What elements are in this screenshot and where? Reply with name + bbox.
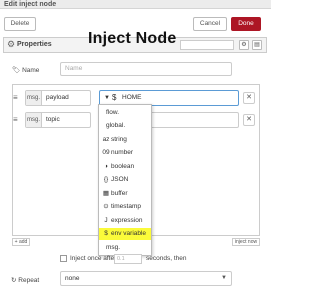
drag-handle-icon[interactable]: ≡ xyxy=(13,93,18,102)
dropdown-item-timestamp[interactable]: ⊙ timestamp xyxy=(99,201,151,213)
cancel-button[interactable]: Cancel xyxy=(193,17,227,31)
inject-now-button[interactable]: inject now xyxy=(232,238,260,246)
name-input[interactable]: Name xyxy=(60,62,232,76)
remove-property-button[interactable]: ✕ xyxy=(243,92,255,104)
settings-icon[interactable]: ⚙ xyxy=(239,40,249,50)
property-name: payload xyxy=(46,94,69,101)
overlay-title: Inject Node xyxy=(88,30,177,47)
dropdown-item-number[interactable]: 09 number xyxy=(99,147,151,159)
msg-prefix: msg. xyxy=(26,113,42,127)
dropdown-item-json[interactable]: {} JSON xyxy=(99,174,151,186)
dropdown-item-string[interactable]: az string xyxy=(99,134,151,146)
dropdown-item-msg[interactable]: msg. xyxy=(99,242,151,254)
repeat-value: none xyxy=(65,275,80,282)
add-property-button[interactable]: + add xyxy=(12,238,30,246)
dropdown-item-flow[interactable]: flow. xyxy=(99,107,151,119)
done-button[interactable]: Done xyxy=(231,17,261,31)
buffer-icon: ▦ xyxy=(102,190,110,197)
number-icon: 09 xyxy=(102,149,110,156)
dropdown-item-buffer[interactable]: ▦ buffer xyxy=(99,188,151,200)
inject-once-delay-input[interactable]: 0.1 xyxy=(114,254,142,264)
header-field xyxy=(180,40,234,50)
delete-button[interactable]: Delete xyxy=(4,17,36,31)
msg-prefix: msg. xyxy=(26,91,42,105)
description-icon[interactable]: ▤ xyxy=(252,40,262,50)
repeat-select[interactable]: none ▼ xyxy=(60,271,232,286)
inject-once-label: Inject once after xyxy=(70,255,117,262)
inject-once-checkbox[interactable] xyxy=(60,255,67,262)
type-dropdown-menu: flow. global. az string 09 number ◑ boolean… xyxy=(98,104,152,256)
expression-icon: J xyxy=(104,217,108,224)
type-chevron-down-icon[interactable]: ▼ xyxy=(104,91,110,105)
string-icon: az xyxy=(102,136,110,143)
env-variable-icon: $ xyxy=(104,230,108,237)
dialog-title-bar: Edit inject node xyxy=(0,0,271,9)
drag-handle-icon[interactable]: ≡ xyxy=(13,115,18,124)
timestamp-icon: ⊙ xyxy=(103,203,109,210)
inject-once-suffix: seconds, then xyxy=(146,255,187,262)
properties-label: Properties xyxy=(17,41,52,48)
property-name: topic xyxy=(46,116,60,123)
dropdown-item-global[interactable]: global. xyxy=(99,120,151,132)
property-value: HOME xyxy=(122,94,142,101)
json-icon: {} xyxy=(103,176,109,183)
property-name-field[interactable]: msg. topic xyxy=(25,112,91,128)
remove-property-button[interactable]: ✕ xyxy=(243,114,255,126)
dialog-title: Edit inject node xyxy=(4,1,57,8)
chevron-down-icon: ▼ xyxy=(221,275,227,281)
dropdown-item-expression[interactable]: Jexpression xyxy=(99,215,151,227)
dropdown-item-boolean[interactable]: ◑ boolean xyxy=(99,161,151,173)
env-variable-icon: $ xyxy=(112,93,117,102)
repeat-label: ↻ Repeat xyxy=(11,277,40,284)
name-label: 🏷 Name xyxy=(12,67,40,74)
boolean-icon: ◑ xyxy=(104,163,108,170)
property-name-field[interactable]: msg. payload xyxy=(25,90,91,106)
inject-once-row: Inject once after 0.1 seconds, then xyxy=(60,254,260,264)
dropdown-item-env-variable[interactable]: $ env variable xyxy=(99,228,151,240)
gear-icon: ⚙ xyxy=(7,39,16,49)
